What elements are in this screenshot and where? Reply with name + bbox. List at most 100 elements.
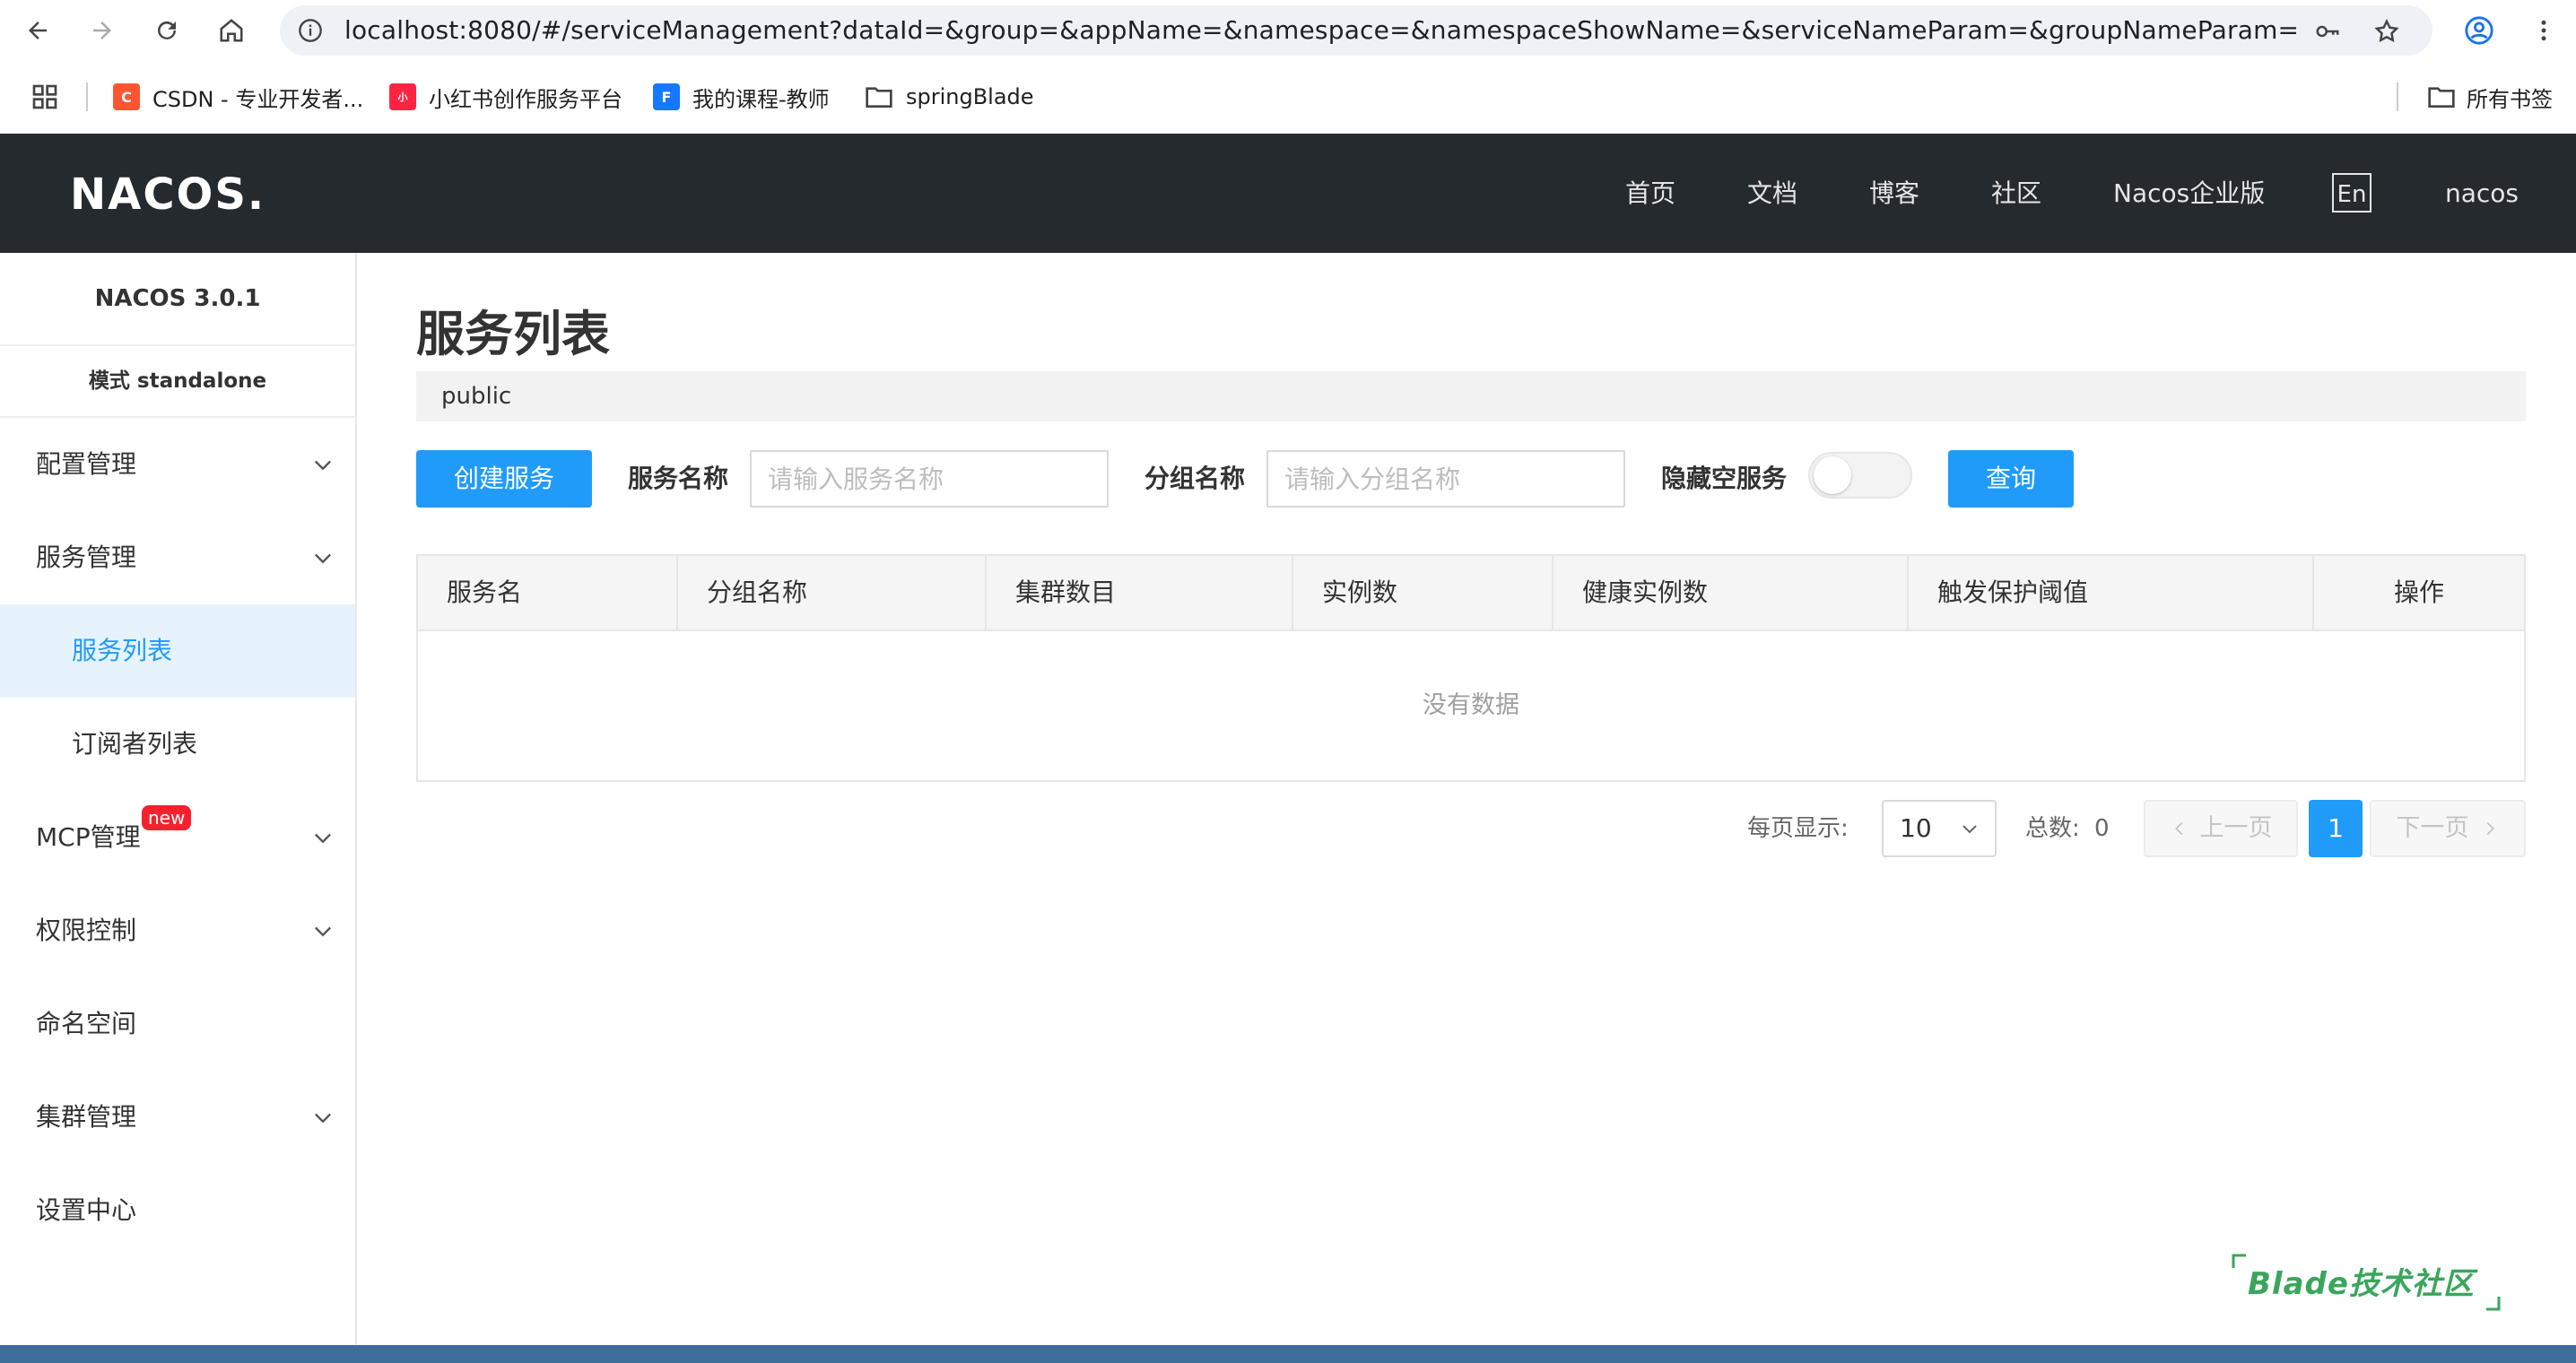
table-header: 服务名 分组名称 集群数目 实例数 健康实例数 触发保护阈值 操作 [418,556,2524,631]
forward-icon[interactable] [84,13,120,48]
sidebar: NACOS 3.0.1 模式 standalone 配置管理 服务管理 服务列表… [0,253,357,1363]
sidebar-item-auth[interactable]: 权限控制 [0,884,355,977]
bookmark-label: 小红书创作服务平台 [429,86,622,112]
bookmark-star-icon[interactable] [2373,18,2400,45]
create-service-button[interactable]: 创建服务 [416,450,592,508]
folder-icon [866,87,892,108]
back-icon[interactable] [20,13,56,48]
sidebar-item-namespace[interactable]: 命名空间 [0,977,355,1071]
toggle-knob [1814,456,1851,494]
bookmark-divider [86,82,88,111]
mode-label: 模式 standalone [0,346,355,418]
service-name-label: 服务名称 [628,464,729,493]
new-badge: new [142,805,192,830]
chevron-down-icon [1962,825,1977,834]
chevron-down-icon [315,460,331,471]
xiaohongshu-icon: 小 [389,83,416,110]
next-page-label: 下一页 [2396,814,2469,842]
sidebar-item-label: 权限控制 [36,916,137,945]
next-page-button[interactable]: 下一页 [2370,800,2526,857]
sidebar-item-label: 设置中心 [36,1195,137,1225]
empty-state: 没有数据 [1423,691,1519,719]
sidebar-item-config[interactable]: 配置管理 [0,418,355,511]
hide-empty-label: 隐藏空服务 [1661,464,1788,493]
sidebar-item-label: 配置管理 [36,449,137,479]
main-content: 服务列表 public 创建服务 服务名称 分组名称 隐藏空服务 查询 服务名 … [357,253,2576,1363]
column-healthy-instances: 健康实例数 [1553,556,1909,629]
bookmark-label: CSDN - 专业开发者... [152,86,364,112]
nav-home[interactable]: 首页 [1625,134,1675,253]
browser-toolbar: localhost:8080/#/serviceManagement?dataI… [0,0,2576,61]
chevron-down-icon [315,926,331,937]
page-title: 服务列表 [416,306,610,362]
menu-kebab-icon[interactable] [2526,13,2562,48]
chevron-down-icon [315,833,331,844]
column-protect-threshold: 触发保护阈值 [1909,556,2314,629]
query-button[interactable]: 查询 [1948,450,2074,508]
service-table: 服务名 分组名称 集群数目 实例数 健康实例数 触发保护阈值 操作 没有数据 [416,554,2526,782]
chevron-down-icon [315,1113,331,1124]
service-name-input[interactable] [750,450,1109,508]
fb-course-icon: F [653,83,680,110]
user-menu[interactable]: nacos [2445,134,2519,253]
folder-icon [2428,87,2455,108]
hide-empty-toggle[interactable] [1808,452,1912,499]
sidebar-item-label: 集群管理 [36,1102,137,1132]
home-icon[interactable] [213,13,249,48]
group-name-input[interactable] [1266,450,1625,508]
nav-blog[interactable]: 博客 [1869,134,1919,253]
total-label: 总数: 0 [2025,800,2110,857]
sidebar-item-label: 订阅者列表 [72,729,198,759]
bookmarks-bar: C CSDN - 专业开发者... 小 小红书创作服务平台 F 我的课程-教师 … [0,63,2576,131]
page-1-button[interactable]: 1 [2309,800,2363,857]
bookmark-label: springBlade [906,84,1034,109]
bookmark-xiaohongshu[interactable]: 小 小红书创作服务平台 [389,81,622,113]
nav-docs[interactable]: 文档 [1747,134,1797,253]
sidebar-item-label: MCP管理 [36,822,141,852]
csdn-icon: C [113,83,140,110]
key-icon[interactable] [2314,18,2341,45]
watermark: Blade技术社区 [2232,1254,2501,1311]
profile-icon[interactable] [2461,13,2497,48]
bookmark-label: 我的课程-教师 [692,86,830,112]
total-label-text: 总数: [2025,815,2080,842]
apps-grid-icon[interactable] [30,81,59,113]
chevron-left-icon [2174,821,2182,836]
sidebar-item-service[interactable]: 服务管理 [0,511,355,604]
namespace-label[interactable]: public [441,371,511,421]
nacos-logo[interactable]: NACOS. [70,169,266,220]
language-toggle[interactable]: En [2332,173,2371,213]
address-bar[interactable]: localhost:8080/#/serviceManagement?dataI… [280,5,2432,56]
sidebar-item-service-list[interactable]: 服务列表 [0,604,355,698]
page-size-select[interactable]: 10 [1882,800,1997,857]
bookmark-springblade[interactable]: springBlade [865,81,1034,113]
column-actions: 操作 [2393,577,2444,607]
sidebar-item-subscribers[interactable]: 订阅者列表 [0,698,355,791]
all-bookmarks[interactable]: 所有书签 [2427,81,2553,113]
watermark-text: Blade技术社区 [2248,1266,2475,1302]
per-page-label: 每页显示: [1747,815,1849,842]
chevron-down-icon [315,553,331,564]
bookmark-csdn[interactable]: C CSDN - 专业开发者... [113,81,363,113]
nav-community[interactable]: 社区 [1991,134,2041,253]
column-group-name: 分组名称 [678,556,987,629]
app-header: NACOS. 首页 文档 博客 社区 Nacos企业版 En nacos [0,134,2576,253]
column-service-name: 服务名 [418,556,678,629]
desktop-strip [0,1345,2576,1363]
sidebar-item-mcp[interactable]: MCP管理 new [0,791,355,884]
nav-enterprise[interactable]: Nacos企业版 [2113,134,2265,253]
reload-icon[interactable] [149,13,185,48]
url-text[interactable]: localhost:8080/#/serviceManagement?dataI… [344,5,2299,56]
page-size-value: 10 [1900,813,1932,843]
sidebar-item-cluster[interactable]: 集群管理 [0,1071,355,1164]
chevron-right-icon [2486,821,2494,836]
group-name-label: 分组名称 [1144,464,1246,493]
column-cluster-count: 集群数目 [987,556,1293,629]
bookmark-course[interactable]: F 我的课程-教师 [653,81,830,113]
logo-text: NACOS. [70,169,266,220]
prev-page-button[interactable]: 上一页 [2144,800,2298,857]
site-info-icon[interactable] [298,18,323,43]
sidebar-item-label: 服务列表 [72,636,173,665]
sidebar-item-settings[interactable]: 设置中心 [0,1164,355,1257]
prev-page-label: 上一页 [2199,814,2273,842]
